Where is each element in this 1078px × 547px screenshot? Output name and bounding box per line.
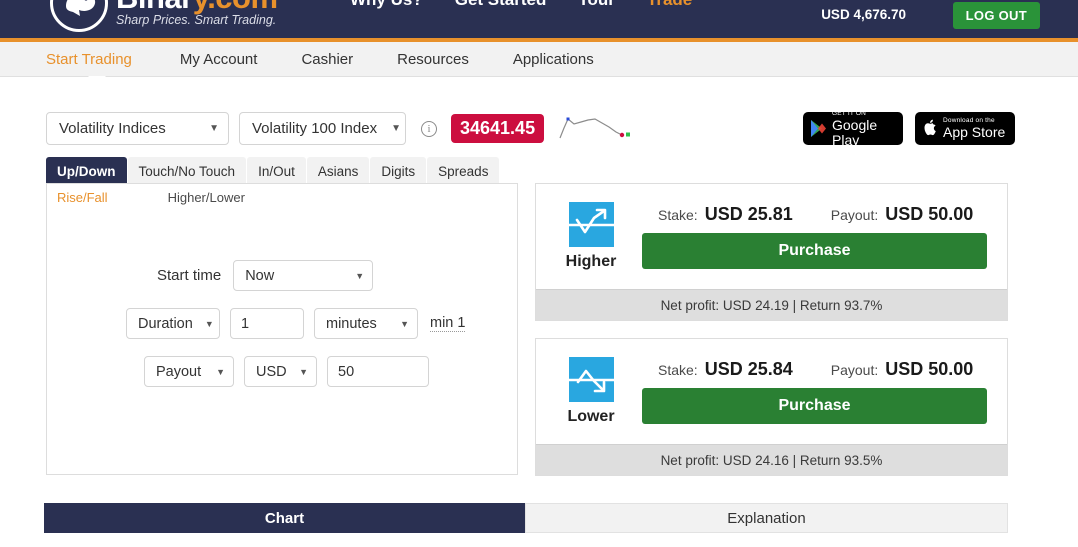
stake-value-higher: USD 25.81 <box>704 204 793 224</box>
payout-amount-input[interactable] <box>327 356 429 387</box>
contract-tab-up-down[interactable]: Up/Down <box>46 157 127 186</box>
purchase-button-lower[interactable]: Purchase <box>642 388 987 424</box>
price-sparkline-icon <box>559 117 631 138</box>
arrow-down-trend-icon <box>568 357 614 402</box>
app-store-badge[interactable]: Download on the App Store <box>915 112 1015 145</box>
contract-tab-touch-no-touch[interactable]: Touch/No Touch <box>127 157 247 186</box>
start-time-row: Start time Now ▼ <box>157 260 374 291</box>
subnav-item-my-account[interactable]: My Account <box>158 51 280 68</box>
app-store-badge-main: App Store <box>943 124 1006 140</box>
basis-mode-select[interactable]: Payout ▼ <box>144 356 234 387</box>
chevron-down-icon: ▼ <box>400 318 409 329</box>
start-time-value: Now <box>245 267 275 284</box>
trade-card-lower: Lower Stake: USD 25.84 Payout: USD 50.00… <box>535 338 1008 476</box>
bottom-tab-explanation[interactable]: Explanation <box>525 503 1008 533</box>
direction-block-lower: Lower <box>554 357 628 426</box>
arrow-up-trend-icon <box>568 202 614 247</box>
market-selector-row: Volatility Indices ▼ Volatility 100 Inde… <box>46 112 632 145</box>
duration-amount-input[interactable] <box>230 308 304 339</box>
amounts-lower: Stake: USD 25.84 Payout: USD 50.00 <box>642 359 987 380</box>
purchase-button-higher[interactable]: Purchase <box>642 233 987 269</box>
logo-wordmark: Binary.com <box>116 0 278 13</box>
subnav-item-applications[interactable]: Applications <box>491 51 616 68</box>
payout-row: Payout ▼ USD ▼ <box>144 356 429 387</box>
top-header-bar: Binary.com Sharp Prices. Smart Trading. … <box>0 0 1078 38</box>
duration-row: Duration ▼ minutes ▼ min 1 <box>126 308 466 339</box>
currency-select[interactable]: USD ▼ <box>244 356 317 387</box>
payout-value-higher: USD 50.00 <box>885 204 974 224</box>
amounts-higher: Stake: USD 25.81 Payout: USD 50.00 <box>642 204 987 225</box>
start-time-select[interactable]: Now ▼ <box>233 260 374 291</box>
chevron-down-icon: ▼ <box>204 318 214 329</box>
form-subtab-rise-fall[interactable]: Rise/Fall <box>57 190 108 205</box>
market-select-value: Volatility Indices <box>59 120 166 137</box>
stake-label-lower: Stake: <box>658 362 698 378</box>
chevron-down-icon: ▼ <box>209 123 219 134</box>
duration-min-note: min 1 <box>430 315 466 332</box>
top-nav-item-trade[interactable]: Trade <box>647 0 692 10</box>
duration-unit-select[interactable]: minutes ▼ <box>314 308 418 339</box>
spot-price-badge: 34641.45 <box>451 114 545 143</box>
logo-tagline: Sharp Prices. Smart Trading. <box>116 13 277 27</box>
contract-tab-digits[interactable]: Digits <box>370 157 427 186</box>
chevron-down-icon: ▼ <box>391 123 401 134</box>
subnav-item-cashier[interactable]: Cashier <box>279 51 375 68</box>
apple-icon <box>924 119 936 136</box>
site-logo[interactable]: Binary.com Sharp Prices. Smart Trading. <box>50 0 278 32</box>
direction-block-higher: Higher <box>554 202 628 271</box>
bottom-tab-chart[interactable]: Chart <box>44 503 525 533</box>
contract-tab-in-out[interactable]: In/Out <box>247 157 306 186</box>
start-time-label: Start time <box>157 267 222 284</box>
subnav-item-start-trading[interactable]: Start Trading <box>46 51 158 68</box>
top-nav-item-why-us[interactable]: Why Us? <box>350 0 423 10</box>
basis-mode-value: Payout <box>156 363 202 380</box>
trade-parameters-panel: Rise/Fall Higher/Lower Start time Now ▼ … <box>46 183 518 475</box>
duration-unit-value: minutes <box>326 315 377 332</box>
top-nav-item-get-started[interactable]: Get Started <box>455 0 547 10</box>
direction-label-higher: Higher <box>565 253 617 270</box>
trade-card-higher: Higher Stake: USD 25.81 Payout: USD 50.0… <box>535 183 1008 321</box>
direction-label-lower: Lower <box>567 408 615 425</box>
bird-glyph-icon <box>66 0 96 16</box>
google-play-badge[interactable]: GET IT ON Google Play <box>803 110 903 148</box>
symbol-select[interactable]: Volatility 100 Index ▼ <box>239 112 406 145</box>
stake-label-higher: Stake: <box>658 207 698 223</box>
info-icon[interactable]: i <box>421 120 437 137</box>
form-subtabs: Rise/Fall Higher/Lower <box>57 190 245 205</box>
card-footer-higher: Net profit: USD 24.19 | Return 93.7% <box>536 289 1007 320</box>
subnav-item-resources[interactable]: Resources <box>375 51 491 68</box>
app-store-badges: GET IT ON Google Play Download on the Ap… <box>803 110 1015 148</box>
secondary-nav: Start Trading My Account Cashier Resourc… <box>0 42 1078 77</box>
contract-type-tabs: Up/Down Touch/No Touch In/Out Asians Dig… <box>46 157 500 186</box>
account-balance: USD 4,676.70 <box>821 7 906 22</box>
card-footer-lower: Net profit: USD 24.16 | Return 93.5% <box>536 444 1007 475</box>
contract-tab-spreads[interactable]: Spreads <box>427 157 500 186</box>
payout-label-lower: Payout: <box>830 362 879 378</box>
market-select[interactable]: Volatility Indices ▼ <box>46 112 229 145</box>
form-subtab-higher-lower[interactable]: Higher/Lower <box>168 190 245 205</box>
bird-logo-icon <box>50 0 108 32</box>
chevron-down-icon: ▼ <box>299 366 308 377</box>
symbol-select-value: Volatility 100 Index <box>252 120 378 137</box>
payout-label-higher: Payout: <box>830 207 879 223</box>
chevron-down-icon: ▼ <box>216 366 225 377</box>
bottom-tabs: Chart Explanation <box>44 503 1008 533</box>
active-tab-notch-icon <box>88 76 106 85</box>
stake-value-lower: USD 25.84 <box>704 359 793 379</box>
payout-value-lower: USD 50.00 <box>885 359 974 379</box>
top-nav-item-tour[interactable]: Tour <box>578 0 615 10</box>
chevron-down-icon: ▼ <box>355 270 365 281</box>
contract-tab-asians[interactable]: Asians <box>306 157 370 186</box>
duration-mode-value: Duration <box>138 315 193 332</box>
logout-button[interactable]: LOG OUT <box>952 2 1040 29</box>
google-play-badge-main: Google Play <box>832 116 878 148</box>
duration-mode-select[interactable]: Duration ▼ <box>126 308 220 339</box>
top-nav: Why Us? Get Started Tour Trade <box>350 0 692 10</box>
google-play-icon <box>811 120 826 137</box>
currency-value: USD <box>256 363 287 380</box>
